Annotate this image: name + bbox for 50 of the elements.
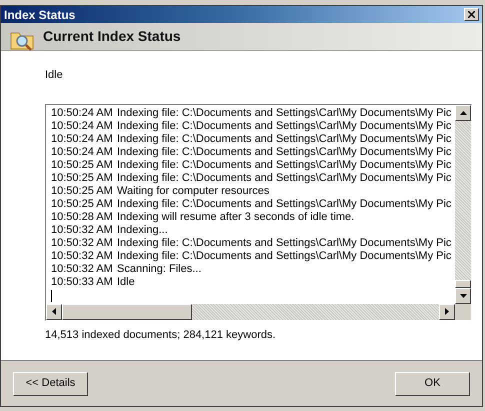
log-time: 10:50:32 AM [51,224,114,236]
text-cursor [51,290,52,302]
log-message: Scanning: Files... [117,262,202,276]
log-message: Indexing file: C:\Documents and Settings\Carl\My Documents\My Pic [117,132,452,146]
scroll-thumb[interactable] [455,280,471,288]
log-time: 10:50:25 AM [51,158,114,172]
down-arrow-icon [460,294,466,298]
log-time: 10:50:24 AM [51,132,114,146]
log-message: Indexing will resume after 3 seconds of idle time. [117,210,354,224]
log-time: 10:50:32 AM [51,236,114,250]
log-message: Idle [117,276,135,288]
log-message: Indexing file: C:\Documents and Settings\Carl\My Documents\My Pic [117,120,452,132]
window-title: Index Status [4,8,76,20]
log-time: 10:50:32 AM [51,262,114,276]
header-title: Current Index Status [43,27,181,46]
scrollbar-corner [455,304,471,320]
log-time: 10:50:33 AM [51,276,114,288]
log-time: 10:50:24 AM [51,106,114,120]
close-icon [468,11,475,18]
horizontal-scrollbar[interactable] [46,304,455,320]
ok-button[interactable]: OK [395,372,470,396]
log-message: Indexing file: C:\Documents and Settings\Carl\My Documents\My Pic [117,158,452,172]
log-message: Indexing file: C:\Documents and Settings\Carl\My Documents\My Pic [117,236,452,250]
details-button[interactable]: << Details [13,372,88,396]
log-message: Indexing... [117,224,168,236]
log-message: Indexing file: C:\Documents and Settings\Carl\My Documents\My Pic [117,146,452,158]
scroll-thumb[interactable] [62,304,192,320]
scroll-up-button[interactable] [455,104,471,120]
vertical-scrollbar[interactable] [455,104,471,304]
right-arrow-icon [445,308,449,315]
left-arrow-icon [52,308,56,315]
log-time: 10:50:25 AM [51,184,114,198]
status-text: Idle [45,68,64,83]
scroll-down-button[interactable] [455,288,471,304]
log-time: 10:50:28 AM [51,210,114,224]
scroll-right-button[interactable] [439,304,455,320]
index-summary: 14,513 indexed documents; 284,121 keywords. [45,328,277,342]
log-message: Indexing file: C:\Documents and Settings\Carl\My Documents\My Pic [117,172,452,184]
log-time: 10:50:24 AM [51,146,114,158]
log-message: Indexing file: C:\Documents and Settings\Carl\My Documents\My Pic [117,250,452,262]
log-time: 10:50:25 AM [51,172,114,184]
log-time: 10:50:24 AM [51,120,114,132]
log-message: Waiting for computer resources [117,184,270,198]
close-button[interactable] [464,8,479,21]
scroll-left-button[interactable] [46,304,62,320]
log-time: 10:50:32 AM [51,250,114,262]
log-time: 10:50:25 AM [51,198,114,210]
log-message: Indexing file: C:\Documents and Settings\Carl\My Documents\My Pic [117,198,452,210]
up-arrow-icon [460,110,466,114]
log-message: Indexing file: C:\Documents and Settings\Carl\My Documents\My Pic [117,106,452,120]
